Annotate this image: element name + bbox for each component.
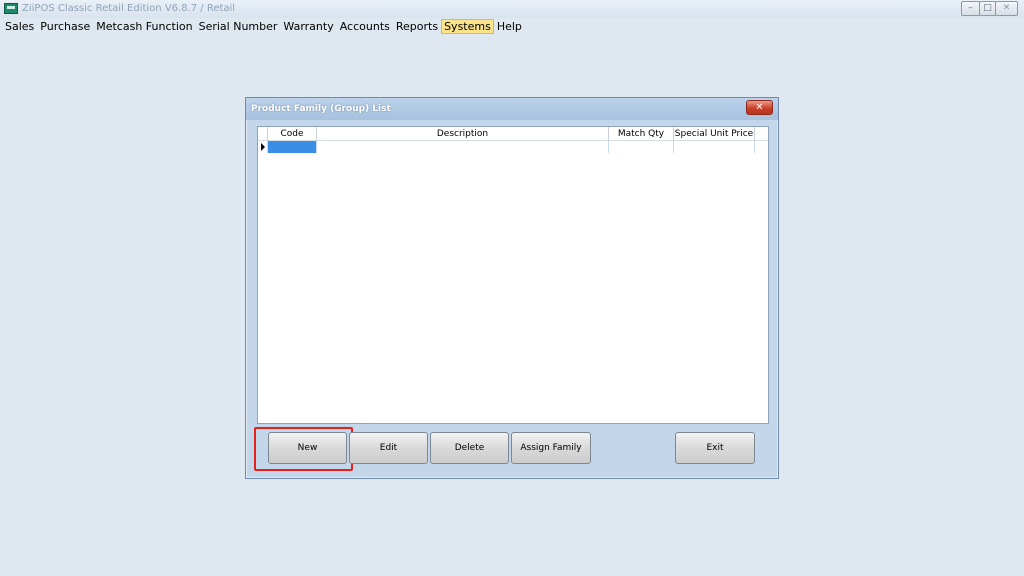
new-button[interactable]: New [268,432,347,464]
delete-button[interactable]: Delete [430,432,509,464]
cell-code[interactable] [268,141,317,153]
column-header-match-qty[interactable]: Match Qty [609,127,674,141]
menu-sales[interactable]: Sales [2,19,37,34]
dialog-title-bar: Product Family (Group) List ✕ [246,98,778,120]
menu-purchase[interactable]: Purchase [37,19,93,34]
column-header-special-unit-price[interactable]: Special Unit Price [674,127,755,141]
edit-button[interactable]: Edit [349,432,428,464]
minimize-button[interactable]: – [961,1,980,16]
table-row[interactable] [258,141,768,153]
grid-header: Code Description Match Qty Special Unit … [258,127,768,141]
menu-serial-number[interactable]: Serial Number [196,19,281,34]
cell-description[interactable] [317,141,609,153]
dialog-close-button[interactable]: ✕ [746,100,773,115]
window-controls: – □ ✕ [961,1,1018,16]
menu-metcash-function[interactable]: Metcash Function [93,19,195,34]
menu-systems[interactable]: Systems [441,18,494,34]
app-title: ZiiPOS Classic Retail Edition V6.8.7 / R… [22,3,236,14]
cell-special-unit-price[interactable] [674,141,755,153]
maximize-button[interactable]: □ [979,1,996,16]
cell-match-qty[interactable] [609,141,674,153]
column-header-code[interactable]: Code [268,127,317,141]
menu-help[interactable]: Help [494,19,525,34]
column-header-description[interactable]: Description [317,127,609,141]
row-indicator-header [258,127,268,141]
product-family-grid[interactable]: Code Description Match Qty Special Unit … [257,126,769,424]
menu-accounts[interactable]: Accounts [337,19,393,34]
app-logo-icon [4,3,18,14]
close-window-button[interactable]: ✕ [995,1,1018,16]
menu-bar: Sales Purchase Metcash Function Serial N… [0,18,1024,34]
menu-warranty[interactable]: Warranty [280,19,336,34]
row-indicator-arrow-icon [258,141,268,153]
product-family-dialog: Product Family (Group) List ✕ Code Descr… [245,97,779,479]
assign-family-button[interactable]: Assign Family [511,432,591,464]
app-title-bar: ZiiPOS Classic Retail Edition V6.8.7 / R… [0,0,1024,18]
dialog-title: Product Family (Group) List [251,104,391,114]
menu-reports[interactable]: Reports [393,19,441,34]
exit-button[interactable]: Exit [675,432,755,464]
